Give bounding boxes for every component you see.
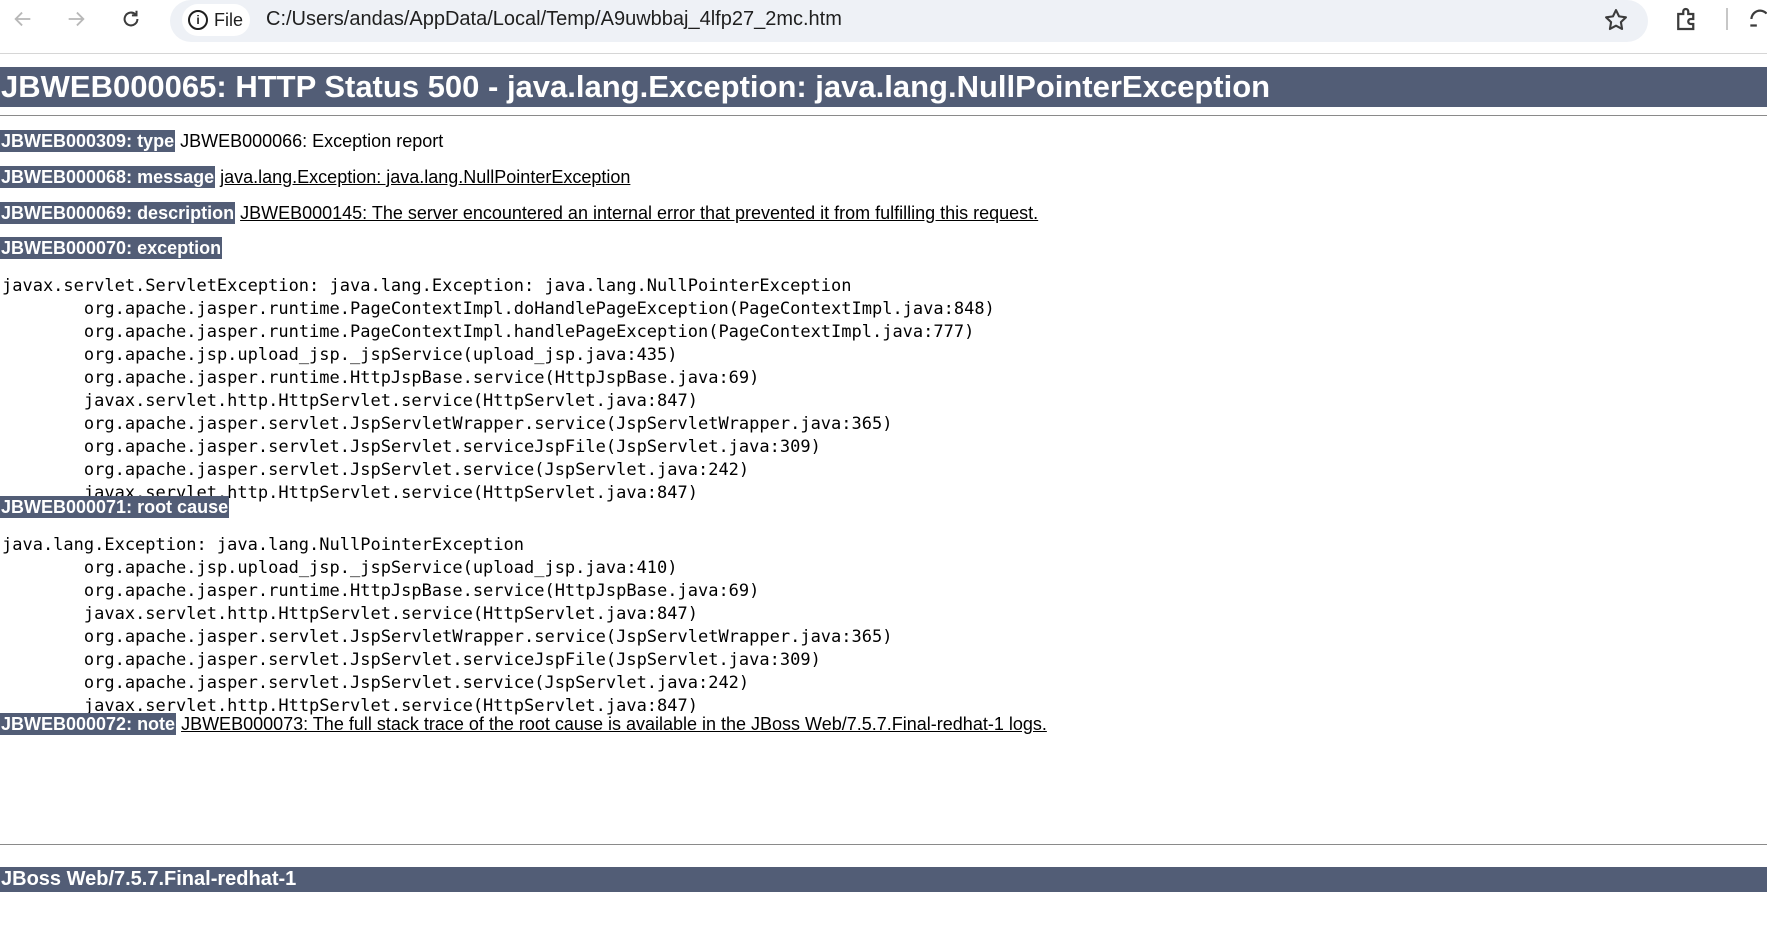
url-text[interactable]: C:/Users/andas/AppData/Local/Temp/A9uwbb… <box>266 8 842 31</box>
toolbar-divider <box>1726 8 1728 30</box>
bookmark-star-icon[interactable] <box>1602 6 1630 34</box>
address-bar[interactable]: i File C:/Users/andas/AppData/Local/Temp… <box>170 0 1648 42</box>
forward-arrow-icon <box>68 11 85 27</box>
root-cause-label: JBWEB000071: root cause <box>0 496 230 518</box>
message-label: JBWEB000068: message <box>0 166 216 188</box>
type-label: JBWEB000309: type <box>0 130 176 152</box>
browser-toolbar: i File C:/Users/andas/AppData/Local/Temp… <box>0 0 1767 42</box>
divider-bottom <box>0 844 1767 845</box>
message-row: JBWEB000068: message java.lang.Exception:… <box>0 165 630 189</box>
back-arrow-icon <box>14 11 31 27</box>
description-row: JBWEB000069: description JBWEB000145: The… <box>0 201 1038 225</box>
exception-row: JBWEB000070: exception <box>0 236 223 260</box>
description-label: JBWEB000069: description <box>0 202 236 224</box>
reload-icon <box>123 10 139 27</box>
server-footer: JBoss Web/7.5.7.Final-redhat-1 <box>0 867 1767 892</box>
note-label: JBWEB000072: note <box>0 713 177 735</box>
page-title: JBWEB000065: HTTP Status 500 - java.lang… <box>0 67 1767 107</box>
extensions-icon[interactable] <box>1672 4 1702 34</box>
root-cause-stack-trace: java.lang.Exception: java.lang.NullPoint… <box>2 535 893 716</box>
type-row: JBWEB000309: type JBWEB000066: Exception … <box>0 129 443 153</box>
profile-icon[interactable] <box>1748 6 1767 32</box>
note-value: JBWEB000073: The full stack trace of the… <box>181 714 1047 734</box>
description-value: JBWEB000145: The server encountered an i… <box>240 203 1039 223</box>
forward-button[interactable] <box>59 2 93 36</box>
reload-button[interactable] <box>114 2 148 36</box>
error-page: JBWEB000065: HTTP Status 500 - java.lang… <box>0 54 1767 945</box>
root-cause-row: JBWEB000071: root cause <box>0 495 230 519</box>
site-info-label: File <box>214 9 244 30</box>
exception-label: JBWEB000070: exception <box>0 237 223 259</box>
back-button[interactable] <box>6 2 40 36</box>
info-icon: i <box>188 10 208 30</box>
type-value: JBWEB000066: Exception report <box>180 131 444 151</box>
message-value: java.lang.Exception: java.lang.NullPoint… <box>220 167 631 187</box>
note-row: JBWEB000072: note JBWEB000073: The full s… <box>0 712 1047 736</box>
exception-stack-trace: javax.servlet.ServletException: java.lan… <box>2 276 995 503</box>
site-info-chip[interactable]: i File <box>182 4 250 36</box>
divider-top <box>0 115 1767 116</box>
